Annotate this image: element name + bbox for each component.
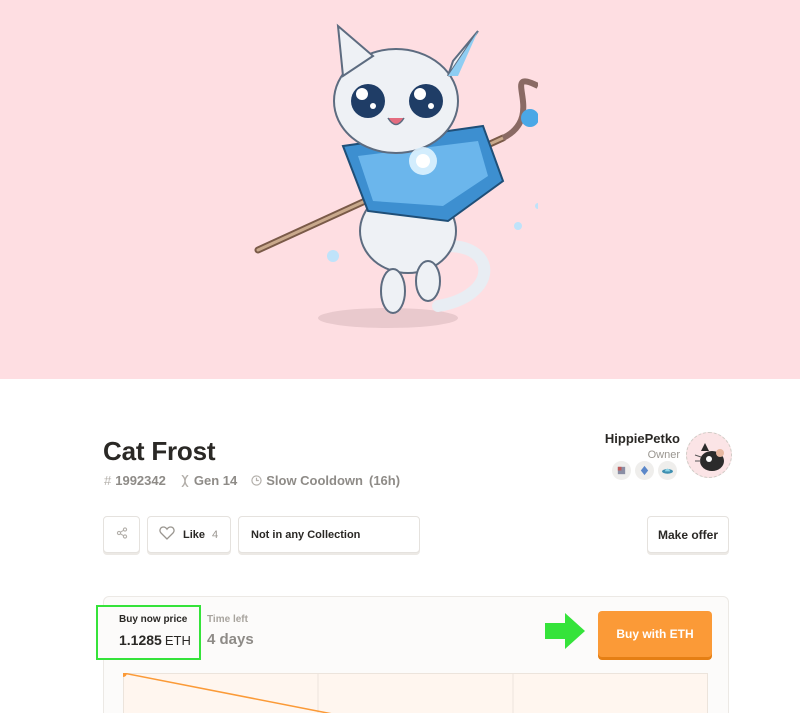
price-label: Buy now price bbox=[119, 614, 188, 625]
owner-avatar[interactable] bbox=[686, 432, 732, 478]
ufo-badge-icon[interactable] bbox=[658, 461, 677, 480]
share-icon bbox=[116, 527, 128, 542]
generation-value: Gen 14 bbox=[193, 473, 238, 488]
like-label: Like bbox=[183, 528, 206, 541]
crystal-badge-icon[interactable] bbox=[635, 461, 654, 480]
dna-icon bbox=[180, 474, 190, 487]
price-amount: 1.1285 bbox=[119, 632, 162, 648]
price-chart bbox=[123, 673, 708, 713]
like-button[interactable]: Like 4 bbox=[147, 516, 231, 553]
kitty-meta: # 1992342 Gen 14 Slow Cooldown (16h) bbox=[104, 473, 414, 488]
chart-area bbox=[123, 673, 708, 713]
cooldown-value: Slow Cooldown bbox=[266, 473, 363, 488]
buy-with-eth-button[interactable]: Buy with ETH bbox=[598, 611, 712, 657]
share-button[interactable] bbox=[103, 516, 140, 553]
owner-role: Owner bbox=[647, 449, 680, 461]
collection-label: Not in any Collection bbox=[251, 528, 361, 541]
kitty-id-value: 1992342 bbox=[115, 473, 166, 488]
make-offer-label: Make offer bbox=[657, 527, 719, 542]
owner-name[interactable]: HippiePetko bbox=[605, 431, 680, 446]
buy-label: Buy with ETH bbox=[616, 627, 694, 641]
like-count: 4 bbox=[212, 528, 219, 541]
price-unit: ETH bbox=[164, 633, 191, 648]
collection-button[interactable]: Not in any Collection bbox=[238, 516, 420, 553]
owner-info[interactable]: HippiePetko Owner bbox=[605, 431, 680, 461]
kitty-cooldown: Slow Cooldown (16h) bbox=[251, 473, 400, 488]
arrow-right-icon bbox=[545, 613, 585, 649]
heart-icon bbox=[159, 526, 175, 543]
price-value: 1.1285 ETH bbox=[119, 632, 191, 648]
kitty-id: # 1992342 bbox=[104, 473, 166, 488]
make-offer-button[interactable]: Make offer bbox=[647, 516, 729, 553]
owner-badges bbox=[612, 461, 677, 480]
time-left-value: 4 days bbox=[207, 631, 254, 648]
clock-icon bbox=[251, 475, 262, 486]
kitty-name: Cat Frost bbox=[103, 436, 216, 466]
kitty-generation: Gen 14 bbox=[180, 473, 237, 488]
cooldown-duration: (16h) bbox=[368, 473, 401, 488]
kitty-illustration bbox=[254, 23, 538, 328]
cube-badge-icon[interactable] bbox=[612, 461, 631, 480]
hero-banner bbox=[0, 0, 800, 379]
time-left-label: Time left bbox=[207, 614, 248, 625]
hash-icon: # bbox=[104, 473, 112, 488]
